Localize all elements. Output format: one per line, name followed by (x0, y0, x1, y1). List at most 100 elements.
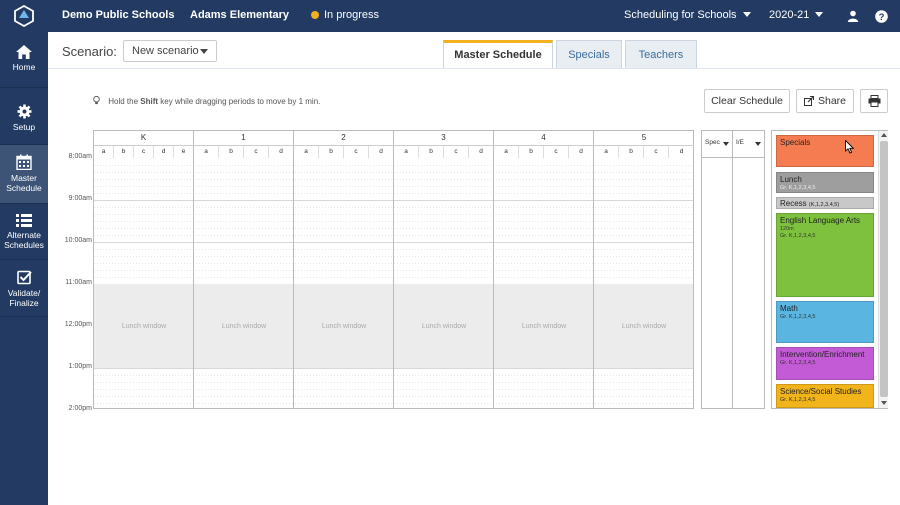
lunch-window-label: Lunch window (321, 323, 367, 330)
chevron-down-icon (723, 142, 729, 146)
sidebar-item-validate-finalize[interactable]: Validate/ Finalize (0, 260, 48, 317)
share-icon (803, 96, 814, 106)
tab-master-schedule[interactable]: Master Schedule (443, 40, 553, 68)
section-header[interactable]: a (94, 145, 114, 158)
section-header[interactable]: a (194, 145, 219, 158)
drag-hint: Hold the Shift key while dragging period… (93, 95, 320, 106)
period-name: Math (780, 304, 798, 313)
grade-column[interactable] (94, 158, 194, 409)
sidebar-item-setup[interactable]: Setup (0, 88, 48, 145)
scrollbar-thumb[interactable] (880, 141, 888, 397)
section-header[interactable]: e (174, 145, 194, 158)
section-header[interactable]: c (444, 145, 469, 158)
period-grades: Gr. K,1,2,3,4,5 (780, 185, 816, 191)
sidebar-item-home[interactable]: Home (0, 32, 48, 88)
gear-icon (17, 104, 31, 119)
sidebar-item-alternate-schedules[interactable]: Alternate Schedules (0, 204, 48, 260)
svg-text:?: ? (878, 12, 884, 23)
school-name: Adams Elementary (190, 9, 290, 21)
section-header[interactable]: b (219, 145, 244, 158)
user-icon[interactable] (845, 8, 861, 24)
scroll-down-icon[interactable] (881, 401, 887, 405)
period-name: Intervention/Enrichment (780, 350, 865, 359)
specials-column-label: Spec (705, 139, 720, 146)
chevron-down-icon (755, 142, 761, 146)
product-menu[interactable]: Scheduling for Schools (624, 9, 751, 21)
section-header[interactable]: c (344, 145, 369, 158)
sidebar-item-label: Master Schedule (6, 173, 42, 193)
period-intervention-enrichment[interactable]: Intervention/Enrichment Gr. K,1,2,3,4,5 (776, 347, 874, 380)
scenario-select[interactable]: New scenario (123, 40, 217, 62)
scenario-label: Scenario: (62, 44, 117, 59)
section-header[interactable]: d (669, 145, 694, 158)
logo-icon (14, 5, 34, 27)
share-button[interactable]: Share (796, 89, 854, 113)
schedule-grid[interactable]: Ka b c d e Lunch window 1 a b c d Lunch window 2 a b c d… (93, 130, 694, 409)
period-name: Lunch (780, 175, 802, 184)
sidebar-item-master-schedule[interactable]: Master Schedule (0, 145, 48, 204)
period-duration: 120m (780, 226, 794, 232)
grade-header: 5 (641, 133, 647, 142)
tab-specials[interactable]: Specials (556, 40, 622, 68)
section-header[interactable]: c (244, 145, 269, 158)
ie-column-header[interactable]: I/E (733, 131, 764, 158)
section-header[interactable]: b (419, 145, 444, 158)
grade-column[interactable] (494, 158, 594, 409)
period-specials[interactable]: Specials (776, 135, 874, 167)
lunch-window-label: Lunch window (621, 323, 667, 330)
sidebar-item-label: Setup (12, 122, 36, 132)
period-science-social-studies[interactable]: Science/Social Studies Gr. K,1,2,3,4,5 (776, 384, 874, 408)
hint-prefix: Hold the (108, 97, 139, 106)
time-label: 10:00am (64, 237, 92, 244)
section-header[interactable]: b (619, 145, 644, 158)
section-header[interactable]: a (294, 145, 319, 158)
period-english-language-arts[interactable]: English Language Arts 120m Gr. K,1,2,3,4… (776, 213, 874, 297)
hint-key: Shift (140, 97, 159, 106)
section-header[interactable]: b (114, 145, 134, 158)
grade-column[interactable] (194, 158, 294, 409)
period-recess[interactable]: Recess (K,1,2,3,4,5) (776, 197, 874, 209)
section-header[interactable]: d (369, 145, 394, 158)
scroll-up-icon[interactable] (881, 133, 887, 137)
grade-column[interactable] (294, 158, 394, 409)
section-header[interactable]: d (469, 145, 494, 158)
section-header[interactable]: c (644, 145, 669, 158)
clear-schedule-button[interactable]: Clear Schedule (704, 89, 790, 113)
section-header[interactable]: a (394, 145, 419, 158)
status-text: In progress (324, 9, 380, 21)
period-grades: Gr. K,1,2,3,4,5 (780, 314, 816, 320)
section-header[interactable]: d (154, 145, 174, 158)
scenario-value: New scenario (132, 45, 199, 57)
ie-column[interactable]: I/E (732, 130, 765, 409)
specials-column[interactable]: Spec (701, 130, 733, 409)
tab-teachers[interactable]: Teachers (625, 40, 697, 68)
section-header[interactable]: a (494, 145, 519, 158)
section-header[interactable]: d (269, 145, 294, 158)
print-button[interactable] (860, 89, 888, 113)
specials-column-header[interactable]: Spec (702, 131, 732, 158)
period-math[interactable]: Math Gr. K,1,2,3,4,5 (776, 301, 874, 343)
chevron-down-icon (200, 49, 208, 54)
period-grades: (K,1,2,3,4,5) (808, 202, 840, 208)
grade-column[interactable] (394, 158, 494, 409)
time-label: 1:00pm (68, 363, 92, 370)
app-logo[interactable] (0, 0, 48, 32)
section-header[interactable]: c (544, 145, 569, 158)
section-header[interactable]: d (569, 145, 594, 158)
top-bar: Demo Public Schools Adams Elementary In … (0, 0, 900, 32)
section-header[interactable]: a (594, 145, 619, 158)
year-menu[interactable]: 2020-21 (769, 9, 824, 21)
year-label: 2020-21 (769, 9, 810, 21)
period-name: English Language Arts (780, 216, 861, 225)
chevron-down-icon (742, 12, 751, 17)
help-icon[interactable]: ? (873, 8, 889, 24)
time-label: 9:00am (68, 195, 92, 202)
section-header[interactable]: b (319, 145, 344, 158)
period-lunch[interactable]: Lunch Gr. K,1,2,3,4,5 (776, 172, 874, 193)
printer-icon (868, 95, 880, 107)
palette-scrollbar[interactable] (878, 131, 888, 408)
ie-column-label: I/E (736, 139, 744, 146)
section-header[interactable]: c (134, 145, 154, 158)
period-grades: Gr. K,1,2,3,4,5 (780, 397, 816, 403)
section-header[interactable]: b (519, 145, 544, 158)
